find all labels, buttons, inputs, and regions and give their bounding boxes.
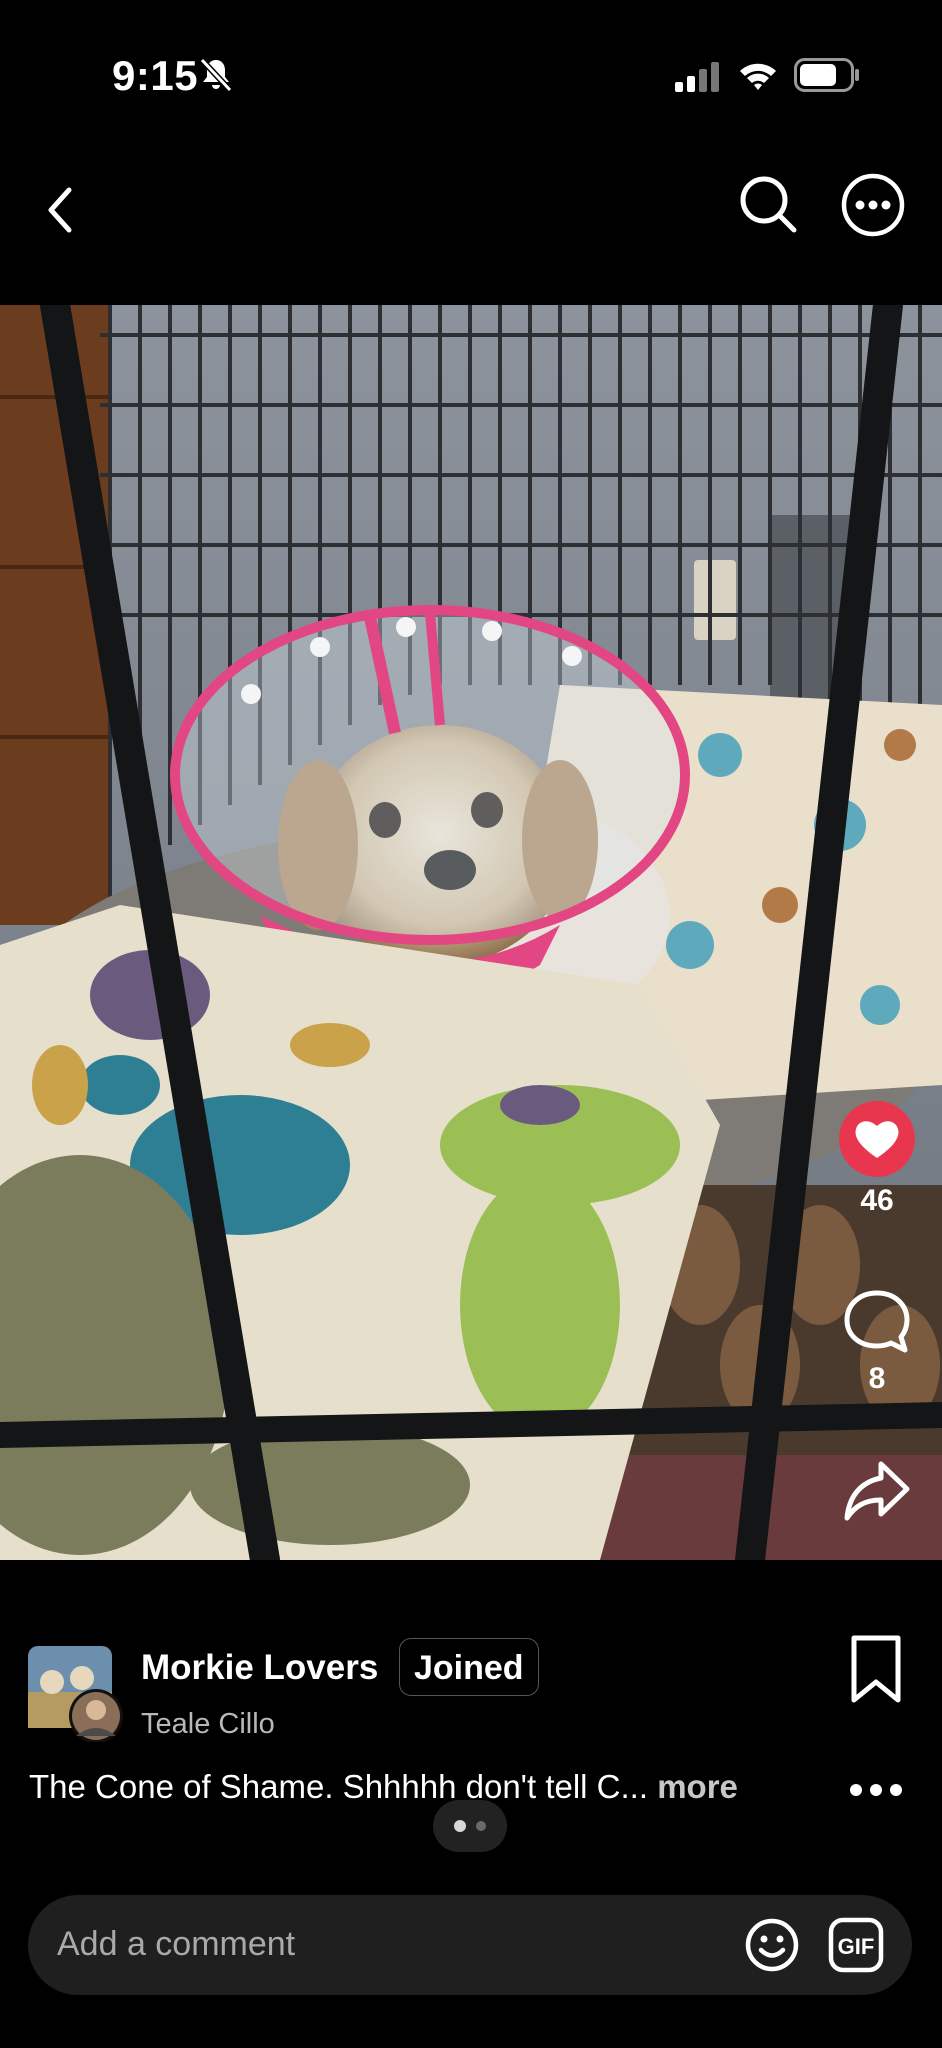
more-circle-icon xyxy=(841,173,905,237)
bookmark-icon xyxy=(851,1635,901,1703)
carousel-dot xyxy=(476,1821,486,1831)
bookmark-button[interactable] xyxy=(848,1634,904,1704)
carousel-indicator xyxy=(433,1800,507,1852)
gif-icon: GIF xyxy=(828,1917,884,1973)
share-arrow-icon xyxy=(844,1461,910,1521)
top-nav xyxy=(0,150,942,300)
signal-icon xyxy=(675,62,719,92)
ellipsis-icon xyxy=(850,1784,902,1796)
search-button[interactable] xyxy=(736,172,800,236)
joined-button[interactable]: Joined xyxy=(399,1638,539,1696)
post-caption[interactable]: The Cone of Shame. Shhhhh don't tell C..… xyxy=(29,1768,738,1806)
carousel-dot-active xyxy=(454,1820,466,1832)
comment-count: 8 xyxy=(868,1362,886,1395)
smiley-icon xyxy=(745,1918,799,1972)
gif-label: GIF xyxy=(838,1934,875,1959)
author-name[interactable]: Teale Cillo xyxy=(141,1708,275,1741)
comment-input[interactable]: Add a comment xyxy=(57,1925,295,1964)
chevron-left-icon xyxy=(48,187,72,233)
emoji-button[interactable] xyxy=(744,1917,800,1973)
back-button[interactable] xyxy=(30,180,90,240)
group-avatar-image xyxy=(28,1646,123,1743)
like-button[interactable]: 46 xyxy=(812,1100,942,1218)
more-options-button[interactable] xyxy=(840,172,906,238)
comment-bubble-icon xyxy=(844,1290,910,1353)
caption-more-link[interactable]: more xyxy=(657,1768,738,1805)
post-options-button[interactable] xyxy=(848,1780,904,1800)
gif-button[interactable]: GIF xyxy=(828,1917,884,1973)
bell-muted-icon xyxy=(199,57,233,92)
comment-button[interactable]: 8 xyxy=(812,1288,942,1396)
search-icon xyxy=(740,176,797,233)
share-button[interactable] xyxy=(812,1458,942,1524)
group-name[interactable]: Morkie Lovers xyxy=(141,1648,378,1688)
heart-icon xyxy=(839,1101,915,1177)
status-time: 9:15 xyxy=(112,52,199,99)
group-avatar[interactable] xyxy=(28,1646,124,1743)
wifi-icon xyxy=(740,63,776,90)
post-photo[interactable] xyxy=(0,305,942,1560)
post-image xyxy=(0,305,942,1560)
like-count: 46 xyxy=(860,1184,894,1217)
battery-icon xyxy=(794,58,859,92)
comment-bar: Add a comment GIF xyxy=(28,1895,912,1995)
caption-text: The Cone of Shame. Shhhhh don't tell C..… xyxy=(29,1768,649,1805)
status-bar: 9:15 xyxy=(0,0,942,150)
